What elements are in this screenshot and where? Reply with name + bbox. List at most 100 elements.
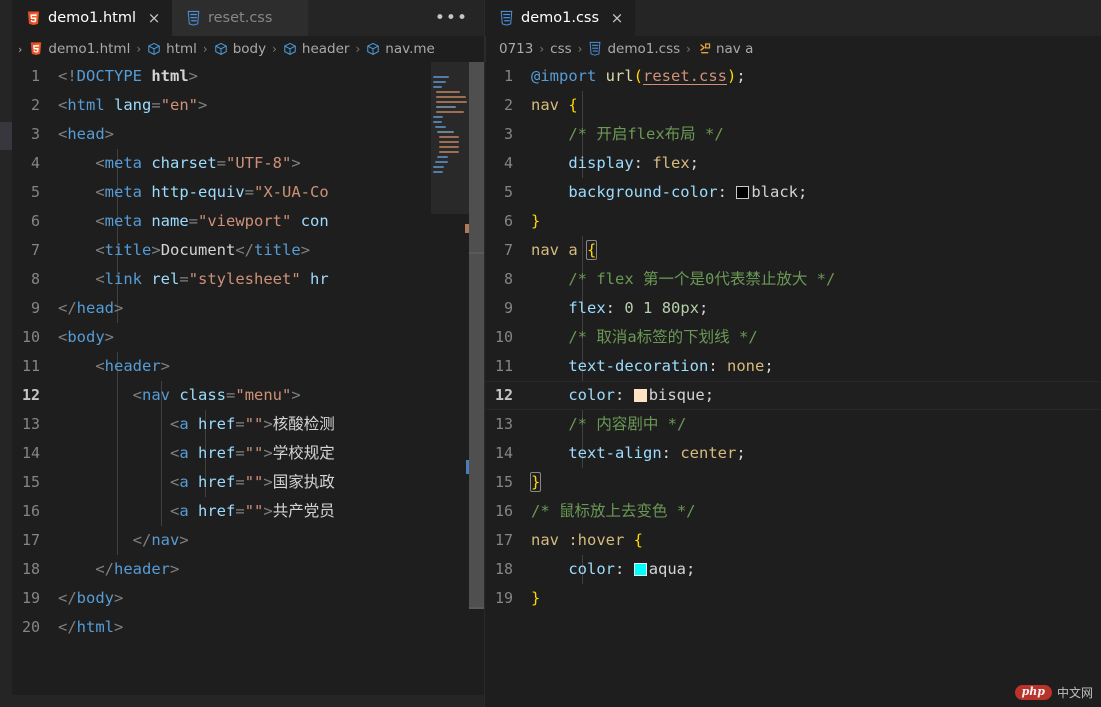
code-line[interactable]: 1 @import url(reset.css);: [485, 62, 1101, 91]
line-number: 8: [30, 270, 40, 288]
line-number: 10: [494, 328, 513, 346]
line-content: <meta name="viewport" con: [95, 212, 329, 230]
cube-icon: [283, 42, 298, 57]
code-line[interactable]: 5 background-color: black;: [485, 178, 1101, 207]
line-number: 6: [503, 212, 513, 230]
code-line[interactable]: 10 <body>: [12, 323, 484, 352]
line-number: 11: [21, 357, 40, 375]
color-swatch-black[interactable]: [736, 186, 750, 199]
editor-group-right: demo1.css × 0713 › css › demo1.css › nav…: [484, 0, 1101, 707]
line-number: 6: [30, 212, 40, 230]
minimap-row: [436, 101, 467, 103]
minimap-slider[interactable]: [431, 62, 469, 214]
vertical-scrollbar[interactable]: [469, 62, 484, 707]
breadcrumb-item-body[interactable]: body: [214, 41, 266, 57]
css-rule-icon: [697, 42, 712, 57]
code-line[interactable]: 5 <meta http-equiv="X-UA-Co: [12, 178, 484, 207]
code-line[interactable]: 18 color: aqua;: [485, 555, 1101, 584]
code-line[interactable]: 9 flex: 0 1 80px;: [485, 294, 1101, 323]
line-number: 1: [30, 67, 40, 85]
line-content: <head>: [58, 125, 115, 143]
tab-reset-css[interactable]: reset.css ×: [171, 0, 309, 36]
code-line[interactable]: 18 </header>: [12, 555, 484, 584]
code-line[interactable]: 3 /* 开启flex布局 */: [485, 120, 1101, 149]
line-content: <meta charset="UTF-8">: [95, 154, 301, 172]
line-number: 7: [503, 241, 513, 259]
more-actions-icon[interactable]: •••: [435, 8, 468, 28]
code-line[interactable]: 8 <link rel="stylesheet" hr: [12, 265, 484, 294]
breadcrumb-item-file[interactable]: demo1.css: [588, 41, 680, 57]
minimap-row: [433, 171, 443, 173]
code-line-active[interactable]: 12 color: bisque;: [485, 381, 1101, 410]
code-line[interactable]: 16 <a href="">共产党员: [12, 497, 484, 526]
breadcrumb-item-folder-0713[interactable]: 0713: [499, 41, 533, 57]
code-line[interactable]: 10 /* 取消a标签的下划线 */: [485, 323, 1101, 352]
scrollbar-thumb[interactable]: [469, 62, 484, 607]
minimap-row: [439, 141, 459, 143]
code-line[interactable]: 16 /* 鼠标放上去变色 */: [485, 497, 1101, 526]
code-line[interactable]: 20 </html>: [12, 613, 484, 642]
breadcrumb-label: header: [301, 41, 350, 57]
code-line[interactable]: 11 text-decoration: none;: [485, 352, 1101, 381]
code-line[interactable]: 9 </head>: [12, 294, 484, 323]
activity-bar[interactable]: [0, 0, 12, 707]
breadcrumb-item-header[interactable]: header: [283, 41, 350, 57]
code-line[interactable]: 1 <!DOCTYPE html>: [12, 62, 484, 91]
color-swatch-aqua[interactable]: [633, 563, 647, 576]
minimap-row: [439, 151, 459, 153]
code-line[interactable]: 15}: [485, 468, 1101, 497]
code-line[interactable]: 2 nav {: [485, 91, 1101, 120]
code-line[interactable]: 6 <meta name="viewport" con: [12, 207, 484, 236]
code-line[interactable]: 13 /* 内容剧中 */: [485, 410, 1101, 439]
css3-icon: [499, 10, 514, 26]
code-line[interactable]: 4 <meta charset="UTF-8">: [12, 149, 484, 178]
line-number: 5: [30, 183, 40, 201]
code-line[interactable]: 19 </body>: [12, 584, 484, 613]
minimap[interactable]: [431, 62, 469, 707]
code-line[interactable]: 11 <header>: [12, 352, 484, 381]
code-editor-left[interactable]: 1 <!DOCTYPE html> 2 <html lang="en"> 3 <hea…: [12, 62, 484, 707]
line-content: color: aqua;: [568, 560, 696, 578]
close-icon[interactable]: ×: [147, 10, 161, 26]
tab-demo1-css[interactable]: demo1.css ×: [485, 0, 636, 36]
line-content: </body>: [58, 589, 124, 607]
line-number: 15: [494, 473, 513, 491]
css3-icon: [186, 10, 201, 26]
minimap-row: [436, 106, 456, 108]
code-line[interactable]: 14 text-align: center;: [485, 439, 1101, 468]
tab-demo1-html[interactable]: demo1.html ×: [12, 0, 172, 36]
code-line[interactable]: 2 <html lang="en">: [12, 91, 484, 120]
code-line[interactable]: 8 /* flex 第一个是0代表禁止放大 */: [485, 265, 1101, 294]
breadcrumb-label: html: [166, 41, 197, 57]
code-line[interactable]: 17 </nav>: [12, 526, 484, 555]
code-line[interactable]: 19}: [485, 584, 1101, 613]
breadcrumb-separator: ›: [355, 42, 361, 56]
breadcrumb-item-html[interactable]: html: [147, 41, 197, 57]
code-line[interactable]: 17 nav :hover {: [485, 526, 1101, 555]
breadcrumb-item-folder-css[interactable]: css: [550, 41, 572, 57]
code-line[interactable]: 7 <title>Document</title>: [12, 236, 484, 265]
line-content: nav :hover {: [531, 531, 644, 549]
line-content: text-align: center;: [568, 444, 746, 462]
code-line-active[interactable]: 12 <nav class="menu">: [12, 381, 484, 410]
minimap-row: [437, 156, 448, 158]
editor-actions-more[interactable]: •••: [435, 0, 484, 36]
breadcrumb-item-rule-nav-a[interactable]: nav a: [697, 41, 753, 57]
code-line[interactable]: 4 display: flex;: [485, 149, 1101, 178]
code-line[interactable]: 3 <head>: [12, 120, 484, 149]
line-number: 14: [494, 444, 513, 462]
code-line[interactable]: 14 <a href="">学校规定: [12, 439, 484, 468]
code-line[interactable]: 15 <a href="">国家执政: [12, 468, 484, 497]
code-line[interactable]: 13 <a href="">核酸检测: [12, 410, 484, 439]
line-number: 17: [494, 531, 513, 549]
breadcrumb-item-file[interactable]: demo1.html: [29, 41, 130, 57]
code-line[interactable]: 6}: [485, 207, 1101, 236]
color-swatch-bisque[interactable]: [633, 389, 647, 402]
breadcrumb-item-nav[interactable]: nav.me: [366, 41, 435, 57]
line-content: nav {: [531, 96, 578, 114]
code-line[interactable]: 7 nav a {: [485, 236, 1101, 265]
breadcrumb-expand-icon[interactable]: ›: [18, 43, 24, 56]
code-editor-right[interactable]: 1 @import url(reset.css); 2 nav { 3 /* 开启f…: [485, 62, 1101, 707]
close-icon[interactable]: ×: [283, 11, 297, 26]
close-icon[interactable]: ×: [610, 10, 624, 26]
